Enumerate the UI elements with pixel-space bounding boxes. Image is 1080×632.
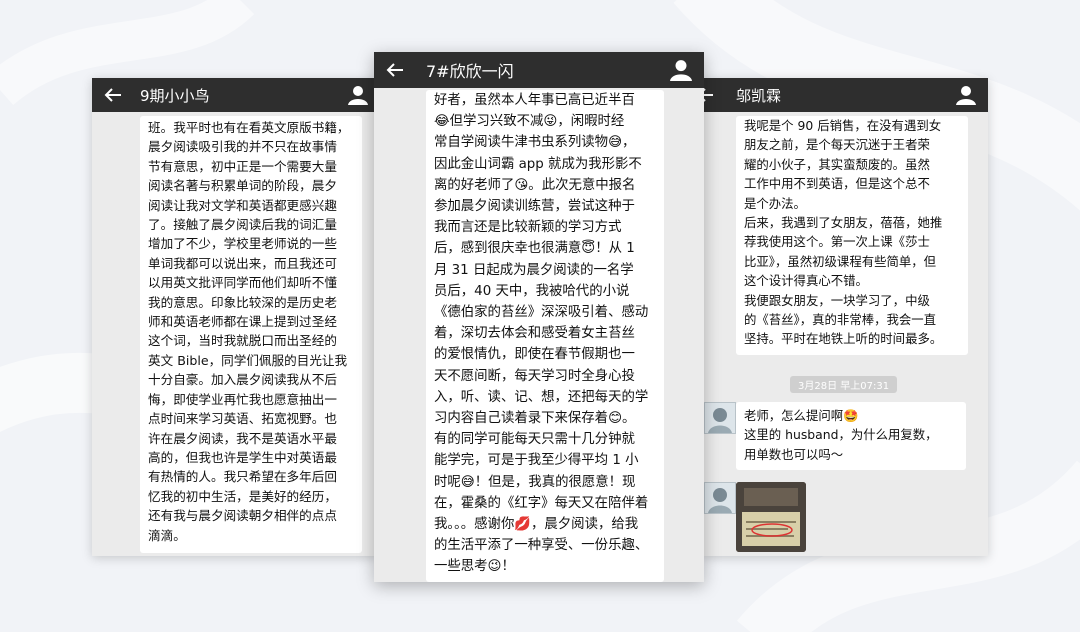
message-bubble: 班。我平时也有在看英文原版书籍， 晨夕阅读吸引我的并不只在故事情 节有意思，初中… (140, 116, 362, 553)
chat-title: 9期小小鸟 (140, 86, 210, 105)
back-arrow-icon[interactable] (104, 88, 122, 102)
question-bubble: 老师，怎么提问啊🤩 这里的 husband，为什么用复数， 用单数也可以吗～ (736, 402, 966, 471)
image-message-thumbnail[interactable] (736, 482, 806, 552)
message-timestamp: 3月28日 早上07:31 (790, 376, 898, 393)
right-chat-titlebar: 邬凯霖 (702, 78, 988, 112)
chat-title: 7#欣欣一闪 (426, 62, 514, 81)
user-profile-icon[interactable] (670, 59, 692, 81)
message-bubble: 我呢是个 90 后销售，在没有遇到女 朋友之前，是个每天沉迷于王者荣 耀的小伙子… (736, 116, 968, 355)
center-chat-screenshot: 7#欣欣一闪 好者，虽然本人年事已高已近半百 😂但学习兴致不减😜，闲暇时经 常自… (374, 52, 704, 582)
sender-avatar[interactable] (704, 402, 736, 434)
message-bubble: 好者，虽然本人年事已高已近半百 😂但学习兴致不减😜，闲暇时经 常自学阅读牛津书虫… (426, 90, 664, 582)
chat-title: 邬凯霖 (736, 86, 782, 105)
left-chat-titlebar: 9期小小鸟 (92, 78, 378, 112)
user-profile-icon[interactable] (348, 85, 368, 105)
user-profile-icon[interactable] (956, 85, 976, 105)
back-arrow-icon[interactable] (386, 63, 404, 77)
right-chat-screenshot: 邬凯霖 我呢是个 90 后销售，在没有遇到女 朋友之前，是个每天沉迷于王者荣 耀… (702, 78, 988, 556)
sender-avatar[interactable] (704, 482, 736, 514)
left-chat-screenshot: 9期小小鸟 班。我平时也有在看英文原版书籍， 晨夕阅读吸引我的并不只在故事情 节… (92, 78, 378, 556)
center-chat-titlebar: 7#欣欣一闪 (374, 52, 704, 88)
